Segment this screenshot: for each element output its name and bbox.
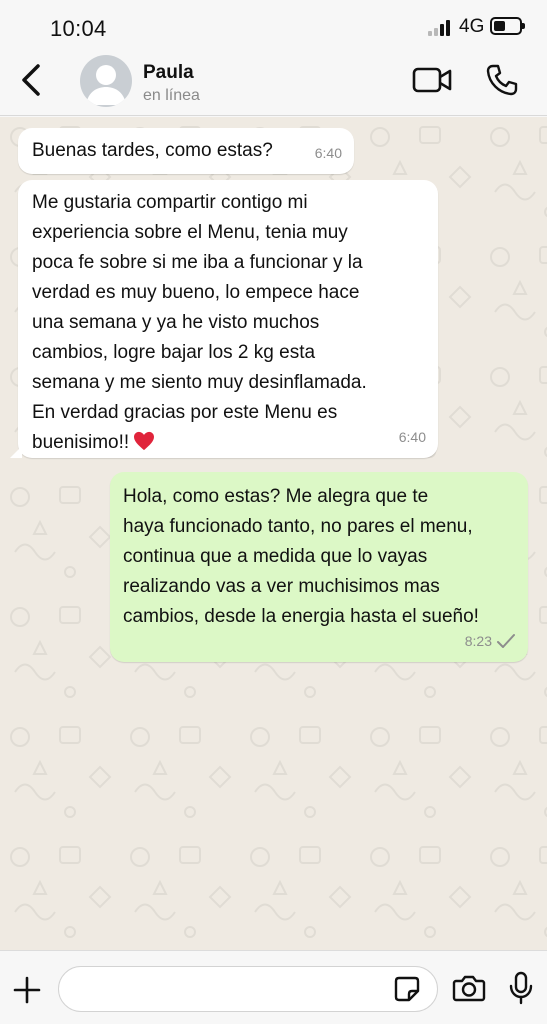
- message-text: Me gustaria compartir contigo mi experie…: [32, 192, 367, 453]
- message-bubble-outgoing[interactable]: Hola, como estas? Me alegra que te haya …: [110, 472, 528, 662]
- red-heart-icon: [134, 431, 155, 451]
- message-bubble-incoming[interactable]: Me gustaria compartir contigo mi experie…: [10, 180, 438, 458]
- contact-status: en línea: [143, 87, 200, 104]
- chat-header: Paula en línea: [0, 50, 547, 116]
- message-time: 6:40: [398, 429, 426, 445]
- sticker-icon: [394, 976, 420, 1002]
- network-label: 4G: [459, 16, 485, 37]
- chat-screen: 10:04 4G Paula en línea Buenas tardes, c…: [0, 0, 547, 1024]
- contact-name[interactable]: Paula: [143, 62, 194, 84]
- camera-icon: [452, 975, 486, 1002]
- microphone-icon: [509, 971, 533, 1005]
- message-bubble-incoming[interactable]: Buenas tardes, como estas? 6:40: [18, 128, 354, 174]
- single-check-icon: [497, 634, 515, 648]
- message-input[interactable]: [58, 966, 438, 1012]
- avatar[interactable]: [80, 55, 132, 107]
- message-input-bar: [0, 950, 547, 1024]
- message-meta: 8:23: [465, 626, 516, 656]
- status-time: 10:04: [50, 16, 107, 41]
- default-avatar-icon: [86, 65, 126, 105]
- phone-icon: [486, 64, 518, 96]
- back-button[interactable]: [14, 60, 50, 100]
- chat-area[interactable]: Buenas tardes, como estas? 6:40 Me gusta…: [0, 117, 547, 950]
- video-camera-icon: [412, 67, 452, 93]
- voice-call-button[interactable]: [484, 62, 520, 98]
- message-meta: 6:40: [399, 422, 426, 452]
- bubble-tail: [10, 446, 22, 458]
- message-time: 8:23: [464, 633, 492, 649]
- message-text: Buenas tardes, como estas?: [32, 140, 273, 161]
- message-text: Hola, como estas? Me alegra que te haya …: [123, 486, 479, 627]
- message-meta: 6:40: [315, 138, 342, 168]
- attach-button[interactable]: [12, 975, 42, 1005]
- status-bar: 10:04 4G: [0, 0, 547, 50]
- camera-button[interactable]: [452, 973, 486, 1003]
- microphone-button[interactable]: [508, 971, 534, 1005]
- chevron-left-icon: [22, 64, 40, 96]
- video-call-button[interactable]: [411, 64, 453, 96]
- message-time: 6:40: [314, 145, 342, 161]
- sticker-button[interactable]: [393, 975, 421, 1003]
- signal-bars-icon: [428, 18, 454, 36]
- battery-icon: [490, 17, 525, 35]
- plus-icon: [13, 976, 41, 1004]
